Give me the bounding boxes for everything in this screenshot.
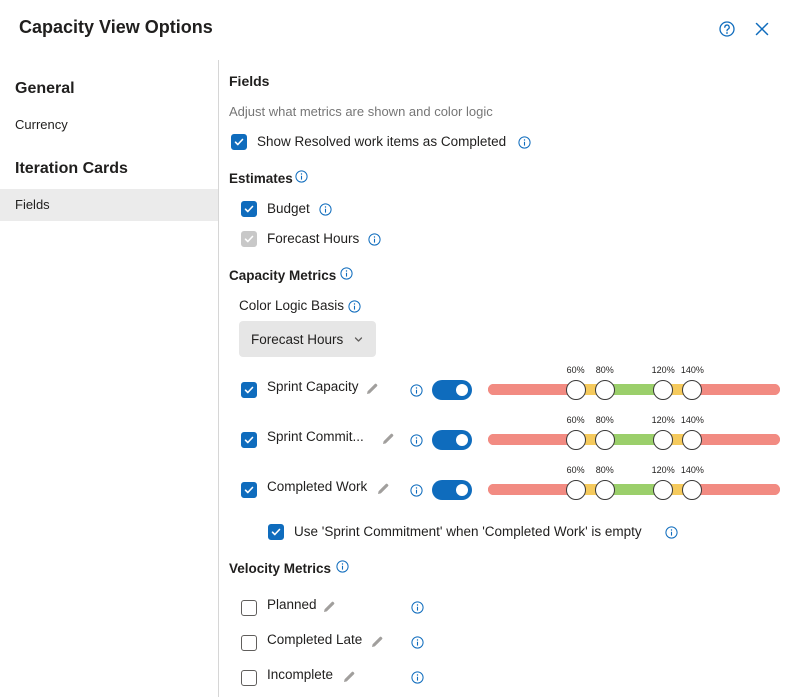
forecast-hours-checkbox — [241, 231, 257, 247]
planned-label: Planned — [267, 597, 317, 612]
threshold-handle[interactable] — [565, 380, 586, 400]
sprint-capacity-checkbox[interactable] — [241, 382, 257, 398]
threshold-range — [488, 384, 576, 395]
sprint-capacity-threshold-slider[interactable] — [488, 384, 780, 395]
pencil-icon[interactable] — [376, 482, 390, 496]
fields-heading: Fields — [229, 73, 270, 89]
threshold-handle[interactable] — [682, 380, 703, 400]
sprint-capacity-label: Sprint Capacity — [267, 379, 359, 394]
completed-work-checkbox[interactable] — [241, 482, 257, 498]
threshold-handle[interactable] — [682, 430, 703, 450]
capacity-metrics-heading: Capacity Metrics — [229, 268, 337, 283]
info-icon[interactable] — [368, 233, 381, 246]
sprint-commit-toggle[interactable] — [432, 430, 472, 450]
threshold-handle[interactable] — [594, 380, 615, 400]
sidebar-heading-general: General — [15, 80, 75, 97]
threshold-label: 60% — [566, 415, 585, 425]
threshold-handle[interactable] — [653, 430, 674, 450]
forecast-hours-label: Forecast Hours — [267, 231, 360, 246]
threshold-range — [692, 434, 780, 445]
completed-work-threshold-slider[interactable] — [488, 484, 780, 495]
info-icon[interactable] — [411, 601, 424, 614]
sprint-commit-checkbox[interactable] — [241, 432, 257, 448]
use-commitment-checkbox[interactable] — [268, 524, 284, 540]
pencil-icon[interactable] — [370, 635, 384, 649]
sidebar-item-currency[interactable]: Currency — [0, 109, 218, 141]
threshold-label: 140% — [680, 365, 704, 375]
incomplete-checkbox[interactable] — [241, 670, 257, 686]
threshold-handle[interactable] — [594, 430, 615, 450]
budget-label: Budget — [267, 201, 310, 216]
budget-checkbox[interactable] — [241, 201, 257, 217]
threshold-range — [488, 434, 576, 445]
threshold-handle[interactable] — [565, 430, 586, 450]
threshold-handle[interactable] — [594, 480, 615, 500]
toggle-knob — [456, 484, 468, 496]
threshold-label: 80% — [595, 465, 614, 475]
estimates-heading: Estimates — [229, 171, 293, 186]
sidebar-item-fields[interactable]: Fields — [0, 189, 218, 221]
threshold-handle[interactable] — [565, 480, 586, 500]
info-icon[interactable] — [411, 671, 424, 684]
threshold-range — [692, 384, 780, 395]
threshold-handle[interactable] — [653, 480, 674, 500]
fields-subtitle: Adjust what metrics are shown and color … — [229, 104, 493, 119]
threshold-handle[interactable] — [653, 380, 674, 400]
incomplete-label: Incomplete — [267, 667, 334, 682]
threshold-label: 60% — [566, 365, 585, 375]
threshold-range — [692, 484, 780, 495]
info-icon[interactable] — [340, 267, 353, 280]
toggle-knob — [456, 434, 468, 446]
sidebar-heading-iteration-cards: Iteration Cards — [15, 160, 128, 177]
threshold-label: 120% — [651, 415, 675, 425]
threshold-label: 120% — [651, 365, 675, 375]
planned-checkbox[interactable] — [241, 600, 257, 616]
show-resolved-checkbox[interactable] — [231, 134, 247, 150]
info-icon[interactable] — [295, 170, 308, 183]
info-icon[interactable] — [665, 526, 678, 539]
threshold-label: 80% — [595, 415, 614, 425]
completed-work-toggle[interactable] — [432, 480, 472, 500]
info-icon[interactable] — [410, 484, 423, 497]
show-resolved-label: Show Resolved work items as Completed — [257, 134, 507, 149]
threshold-label: 140% — [680, 465, 704, 475]
threshold-label: 60% — [566, 465, 585, 475]
close-icon[interactable] — [752, 19, 772, 39]
info-icon[interactable] — [518, 136, 531, 149]
pencil-icon[interactable] — [381, 432, 395, 446]
sprint-commit-label: Sprint Commit... — [267, 429, 364, 444]
toggle-knob — [456, 384, 468, 396]
completed-late-checkbox[interactable] — [241, 635, 257, 651]
info-icon[interactable] — [411, 636, 424, 649]
velocity-metrics-heading: Velocity Metrics — [229, 561, 332, 576]
help-icon[interactable] — [717, 19, 737, 39]
info-icon[interactable] — [410, 384, 423, 397]
sprint-commit-threshold-slider[interactable] — [488, 434, 780, 445]
chevron-down-icon — [354, 337, 363, 342]
completed-late-label: Completed Late — [267, 632, 363, 647]
threshold-label: 140% — [680, 415, 704, 425]
pencil-icon[interactable] — [365, 382, 379, 396]
threshold-label: 120% — [651, 465, 675, 475]
threshold-handle[interactable] — [682, 480, 703, 500]
completed-work-label: Completed Work — [267, 479, 368, 494]
dialog-title: Capacity View Options — [19, 17, 213, 37]
threshold-range — [488, 484, 576, 495]
pencil-icon[interactable] — [342, 670, 356, 684]
sprint-capacity-toggle[interactable] — [432, 380, 472, 400]
info-icon[interactable] — [319, 203, 332, 216]
sidebar-nav: General Currency Iteration Cards Fields — [0, 60, 218, 697]
color-logic-label: Color Logic Basis — [239, 298, 345, 313]
info-icon[interactable] — [410, 434, 423, 447]
color-logic-dropdown[interactable]: Forecast Hours — [239, 321, 376, 357]
sidebar-divider — [218, 60, 219, 697]
pencil-icon[interactable] — [322, 600, 336, 614]
use-commitment-label: Use 'Sprint Commitment' when 'Completed … — [294, 524, 642, 539]
threshold-label: 80% — [595, 365, 614, 375]
info-icon[interactable] — [348, 300, 361, 313]
color-logic-value: Forecast Hours — [251, 331, 344, 347]
info-icon[interactable] — [336, 560, 349, 573]
